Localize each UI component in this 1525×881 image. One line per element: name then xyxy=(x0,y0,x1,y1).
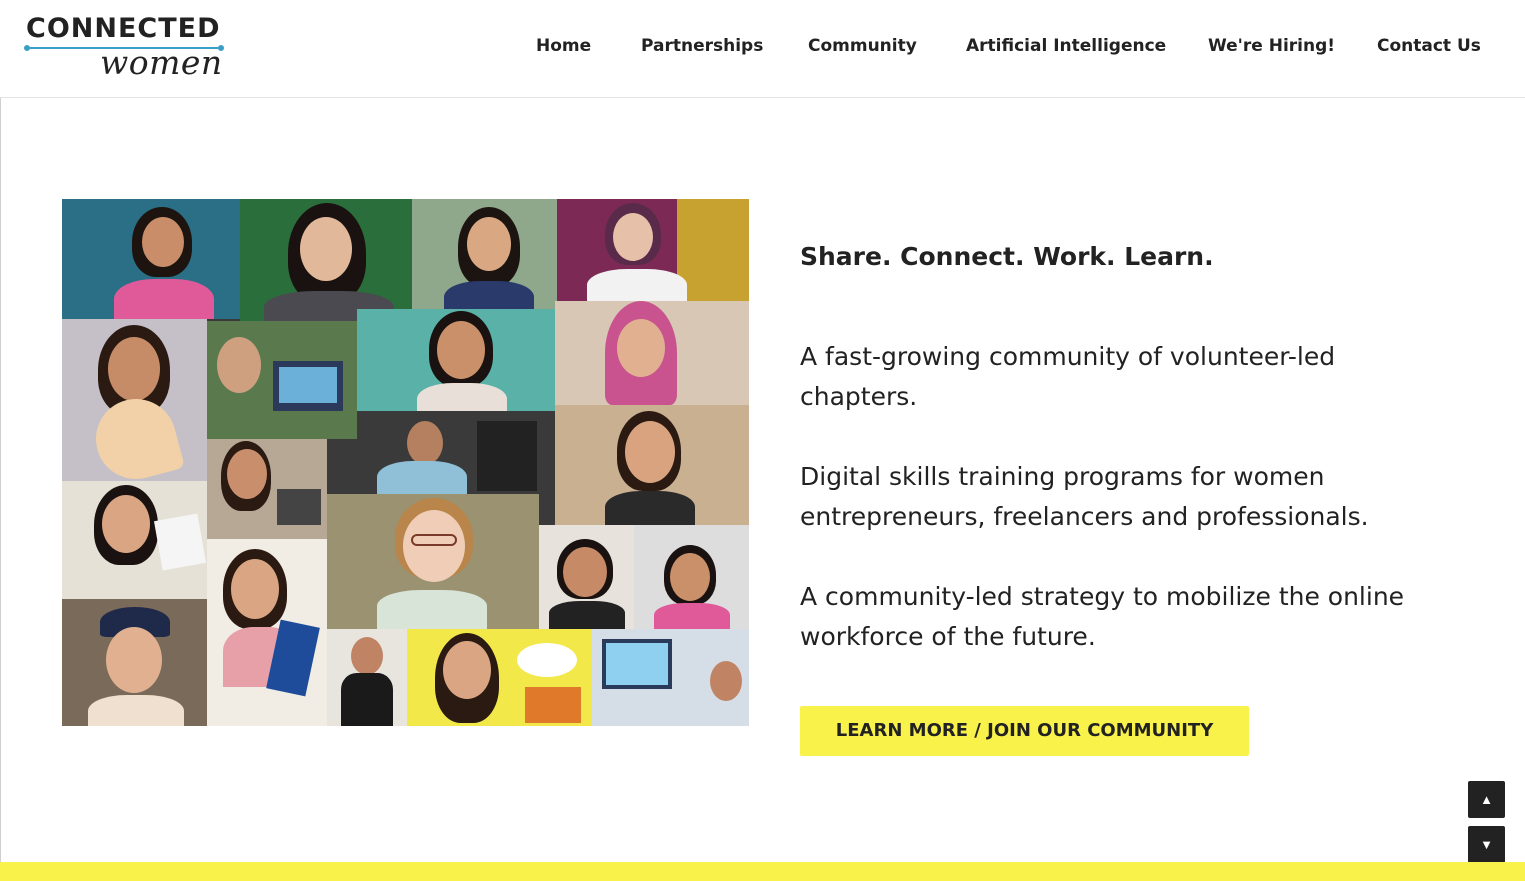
nav-home[interactable]: Home xyxy=(536,36,591,56)
collage-tile xyxy=(412,199,557,309)
collage-tile xyxy=(207,439,327,539)
nav-partnerships[interactable]: Partnerships xyxy=(641,36,763,56)
join-community-button[interactable]: LEARN MORE / JOIN OUR COMMUNITY xyxy=(800,706,1249,756)
nav-hiring[interactable]: We're Hiring! xyxy=(1208,36,1335,56)
arrow-up-icon: ▲ xyxy=(1480,792,1493,807)
nav-contact-us[interactable]: Contact Us xyxy=(1377,36,1481,56)
collage-tile xyxy=(62,599,207,726)
nav-artificial-intelligence[interactable]: Artificial Intelligence xyxy=(966,36,1166,56)
nav-community[interactable]: Community xyxy=(808,36,917,56)
collage-tile xyxy=(327,494,539,629)
collage-tile xyxy=(592,629,749,726)
collage-tile xyxy=(327,629,407,726)
arrow-down-icon: ▼ xyxy=(1480,837,1493,852)
collage-tile xyxy=(539,525,634,629)
collage-tile xyxy=(207,539,327,726)
collage-tile xyxy=(62,481,207,599)
community-collage-image xyxy=(62,199,749,726)
scroll-up-button[interactable]: ▲ xyxy=(1468,781,1505,818)
collage-tile xyxy=(407,629,592,726)
main-nav: Home Partnerships Community Artificial I… xyxy=(0,36,1525,58)
hero-paragraph-1: A fast-growing community of volunteer-le… xyxy=(800,342,1336,411)
collage-tile xyxy=(207,321,357,439)
collage-tile xyxy=(62,319,207,481)
collage-tile xyxy=(555,301,749,405)
footer-band xyxy=(0,862,1525,881)
collage-tile xyxy=(555,405,749,525)
collage-tile xyxy=(62,199,240,319)
scroll-down-button[interactable]: ▼ xyxy=(1468,826,1505,863)
hero-paragraph-2: Digital skills training programs for wom… xyxy=(800,462,1369,531)
site-header: CONNECTED women Home Partnerships Commun… xyxy=(0,0,1525,98)
hero-paragraph-3: A community-led strategy to mobilize the… xyxy=(800,582,1405,651)
collage-tile xyxy=(634,525,749,629)
collage-tile xyxy=(240,199,412,321)
collage-tile xyxy=(357,411,555,501)
hero-tagline: Share. Connect. Work. Learn. xyxy=(800,242,1214,271)
collage-tile xyxy=(357,309,555,411)
collage-tile xyxy=(557,199,749,301)
